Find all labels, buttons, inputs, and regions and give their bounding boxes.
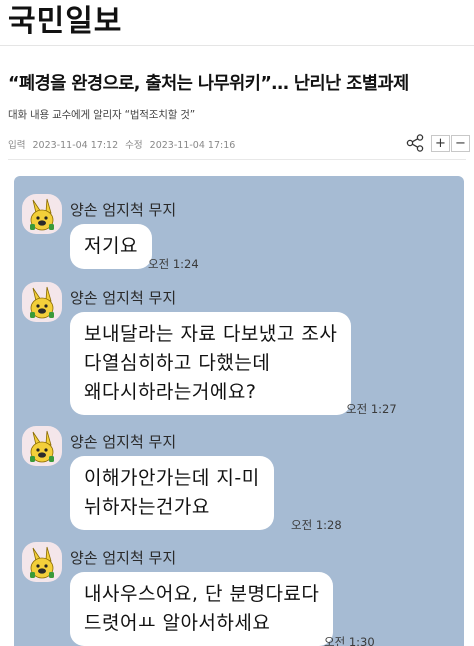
- input-time: 2023-11-04 17:12: [32, 140, 119, 151]
- edit-label: 수정: [125, 140, 143, 151]
- share-icon: [406, 134, 424, 152]
- message-text: 뉘하자는건가요: [84, 496, 210, 518]
- article-headline: “폐경을 완경으로, 출처는 나무위키”… 난리난 조별과제: [8, 74, 409, 94]
- muzi-avatar-icon: [30, 198, 54, 231]
- muzi-avatar-icon: [30, 286, 54, 319]
- avatar: [22, 194, 62, 234]
- message-text: 저기요: [84, 235, 138, 257]
- message-bubble: 이해가안가는데 지-미 뉘하자는건가요: [70, 456, 274, 530]
- message-text: 드렷어ㅛ 알아서하세요: [84, 612, 271, 634]
- avatar: [22, 282, 62, 322]
- message-text: 보내달라는 자료 다보냈고 조사: [84, 323, 338, 345]
- message-time: 오전 1:27: [346, 402, 397, 416]
- article-meta: 입력 2023-11-04 17:12 수정 2023-11-04 17:16: [8, 137, 239, 151]
- message-bubble: 내사우스어요, 단 분명다료다 드렷어ㅛ 알아서하세요: [70, 572, 334, 646]
- message-time: 오전 1:24: [148, 257, 199, 271]
- masthead: 국민일보: [0, 0, 474, 46]
- article-subhead: 대화 내용 교수에게 알리자 “법적조치할 것”: [8, 109, 195, 121]
- message-text: 왜다시하라는거에요?: [84, 381, 257, 403]
- newspaper-logo[interactable]: 국민일보: [8, 2, 122, 42]
- message-bubble: 저기요: [70, 224, 152, 269]
- input-label: 입력: [8, 140, 26, 151]
- chat-screenshot: 양손 엄지척 무지 저기요 오전 1:24 양손 엄지척 무지 보내달라는 자료…: [14, 176, 464, 646]
- sender-name: 양손 엄지척 무지: [70, 289, 177, 307]
- divider: [8, 159, 466, 160]
- avatar: [22, 542, 62, 582]
- font-size-increase-button[interactable]: +: [431, 135, 450, 152]
- font-size-decrease-button[interactable]: −: [451, 135, 470, 152]
- message-text: 다열심히하고 다했는데: [84, 352, 271, 374]
- message-bubble: 보내달라는 자료 다보냈고 조사 다열심히하고 다했는데 왜다시하라는거에요?: [70, 312, 352, 415]
- message-time: 오전 1:30: [324, 635, 375, 646]
- avatar: [22, 426, 62, 466]
- sender-name: 양손 엄지척 무지: [70, 201, 177, 219]
- message-text: 내사우스어요, 단 분명다료다: [84, 583, 320, 605]
- muzi-avatar-icon: [30, 546, 54, 579]
- message-text: 이해가안가는데 지-미: [84, 467, 260, 489]
- edit-time: 2023-11-04 17:16: [149, 140, 236, 151]
- message-time: 오전 1:28: [291, 518, 342, 532]
- sender-name: 양손 엄지척 무지: [70, 549, 177, 567]
- share-button[interactable]: [405, 133, 425, 153]
- sender-name: 양손 엄지척 무지: [70, 433, 177, 451]
- muzi-avatar-icon: [30, 430, 54, 463]
